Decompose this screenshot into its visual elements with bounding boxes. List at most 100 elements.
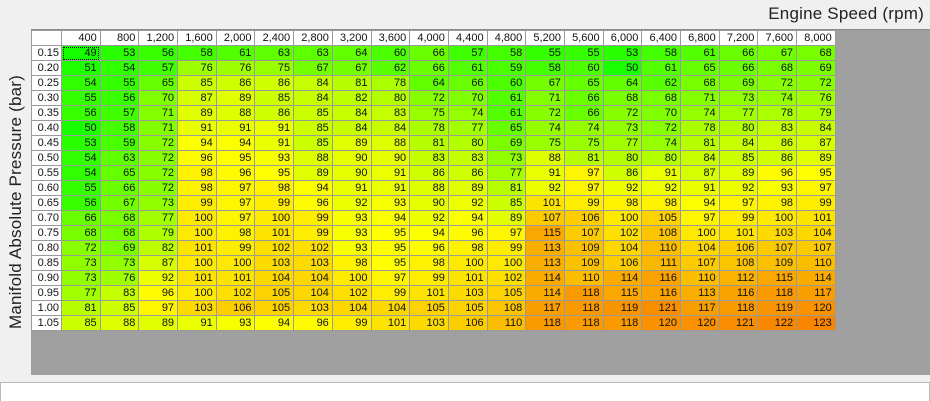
map-cell[interactable]: 100 [177, 255, 217, 271]
map-cell[interactable]: 62 [370, 60, 411, 76]
map-cell[interactable]: 78 [409, 120, 449, 136]
map-cell[interactable]: 67 [757, 45, 798, 61]
map-cell[interactable]: 68 [796, 45, 836, 61]
map-cell[interactable]: 84 [331, 120, 372, 136]
map-cell[interactable]: 99 [563, 195, 604, 211]
map-cell[interactable]: 106 [718, 240, 759, 256]
map-cell[interactable]: 97 [486, 225, 527, 241]
map-cell[interactable]: 101 [718, 225, 759, 241]
map-cell[interactable]: 105 [486, 285, 527, 301]
map-cell[interactable]: 95 [254, 165, 295, 181]
map-cell[interactable]: 102 [602, 225, 643, 241]
map-cell[interactable]: 97 [215, 195, 256, 211]
map-cell[interactable]: 105 [641, 210, 681, 226]
map-cell[interactable]: 101 [447, 270, 488, 286]
map-cell[interactable]: 91 [370, 165, 411, 181]
map-cell[interactable]: 99 [215, 240, 256, 256]
map-cell[interactable]: 83 [409, 150, 449, 166]
map-cell[interactable]: 98 [447, 240, 488, 256]
map-cell[interactable]: 92 [525, 180, 565, 196]
map-cell[interactable]: 83 [99, 285, 140, 301]
map-cell[interactable]: 73 [486, 150, 527, 166]
map-cell[interactable]: 98 [331, 255, 372, 271]
map-cell[interactable]: 84 [796, 120, 836, 136]
map-cell[interactable]: 95 [215, 150, 256, 166]
map-cell[interactable]: 59 [486, 60, 527, 76]
map-cell[interactable]: 110 [563, 270, 604, 286]
map-cell[interactable]: 109 [757, 255, 798, 271]
map-cell[interactable]: 118 [602, 315, 643, 331]
map-cell[interactable]: 85 [293, 120, 333, 136]
map-cell[interactable]: 77 [718, 105, 759, 121]
map-cell[interactable]: 95 [370, 255, 411, 271]
map-cell[interactable]: 72 [757, 75, 798, 91]
map-cell[interactable]: 97 [563, 180, 604, 196]
map-cell[interactable]: 72 [409, 90, 449, 106]
map-cell[interactable]: 95 [370, 240, 411, 256]
map-cell[interactable]: 117 [680, 300, 720, 316]
map-cell[interactable]: 85 [99, 300, 140, 316]
map-cell[interactable]: 106 [563, 210, 604, 226]
map-cell[interactable]: 84 [293, 90, 333, 106]
map-cell[interactable]: 120 [641, 315, 681, 331]
map-cell[interactable]: 118 [718, 300, 759, 316]
map-cell[interactable]: 96 [293, 315, 333, 331]
map-cell[interactable]: 82 [331, 90, 372, 106]
map-cell[interactable]: 74 [447, 105, 488, 121]
map-cell[interactable]: 103 [254, 255, 295, 271]
map-cell[interactable]: 122 [757, 315, 798, 331]
map-cell[interactable]: 74 [641, 135, 681, 151]
map-cell[interactable]: 91 [525, 165, 565, 181]
map-cell[interactable]: 116 [718, 285, 759, 301]
map-cell[interactable]: 58 [641, 45, 681, 61]
map-cell[interactable]: 60 [486, 75, 527, 91]
map-cell[interactable]: 102 [486, 270, 527, 286]
map-cell[interactable]: 61 [486, 90, 527, 106]
map-cell[interactable]: 97 [796, 180, 836, 196]
map-cell[interactable]: 58 [525, 60, 565, 76]
map-cell[interactable]: 68 [757, 60, 798, 76]
map-cell[interactable]: 85 [293, 135, 333, 151]
map-cell[interactable]: 99 [293, 225, 333, 241]
map-cell[interactable]: 73 [61, 255, 101, 271]
map-cell[interactable]: 105 [447, 300, 488, 316]
map-cell[interactable]: 93 [757, 180, 798, 196]
map-cell[interactable]: 98 [254, 180, 295, 196]
map-cell[interactable]: 94 [177, 135, 217, 151]
map-cell[interactable]: 93 [370, 195, 411, 211]
map-cell[interactable]: 109 [563, 255, 604, 271]
map-cell[interactable]: 91 [331, 180, 372, 196]
map-cell[interactable]: 91 [215, 120, 256, 136]
map-cell[interactable]: 101 [796, 210, 836, 226]
map-cell[interactable]: 97 [718, 195, 759, 211]
map-cell[interactable]: 118 [563, 285, 604, 301]
map-cell[interactable]: 89 [293, 165, 333, 181]
map-cell[interactable]: 91 [177, 120, 217, 136]
map-cell[interactable]: 75 [563, 135, 604, 151]
map-cell[interactable]: 90 [331, 150, 372, 166]
map-cell[interactable]: 92 [138, 270, 179, 286]
map-cell[interactable]: 64 [331, 45, 372, 61]
map-cell[interactable]: 93 [331, 240, 372, 256]
map-cell[interactable]: 107 [563, 225, 604, 241]
map-cell[interactable]: 69 [718, 75, 759, 91]
map-cell[interactable]: 119 [757, 300, 798, 316]
map-cell[interactable]: 58 [486, 45, 527, 61]
map-cell[interactable]: 81 [486, 180, 527, 196]
map-cell[interactable]: 90 [331, 165, 372, 181]
map-cell[interactable]: 92 [409, 210, 449, 226]
map-cell[interactable]: 98 [177, 180, 217, 196]
map-cell[interactable]: 104 [293, 285, 333, 301]
map-cell[interactable]: 106 [447, 315, 488, 331]
map-cell[interactable]: 84 [680, 150, 720, 166]
map-cell[interactable]: 81 [331, 75, 372, 91]
map-cell[interactable]: 86 [757, 135, 798, 151]
map-cell[interactable]: 91 [680, 180, 720, 196]
map-cell[interactable]: 120 [796, 300, 836, 316]
map-cell[interactable]: 113 [525, 240, 565, 256]
map-cell[interactable]: 93 [331, 225, 372, 241]
map-cell[interactable]: 54 [61, 75, 101, 91]
map-cell[interactable]: 99 [331, 315, 372, 331]
map-cell[interactable]: 58 [177, 45, 217, 61]
map-cell[interactable]: 100 [680, 225, 720, 241]
